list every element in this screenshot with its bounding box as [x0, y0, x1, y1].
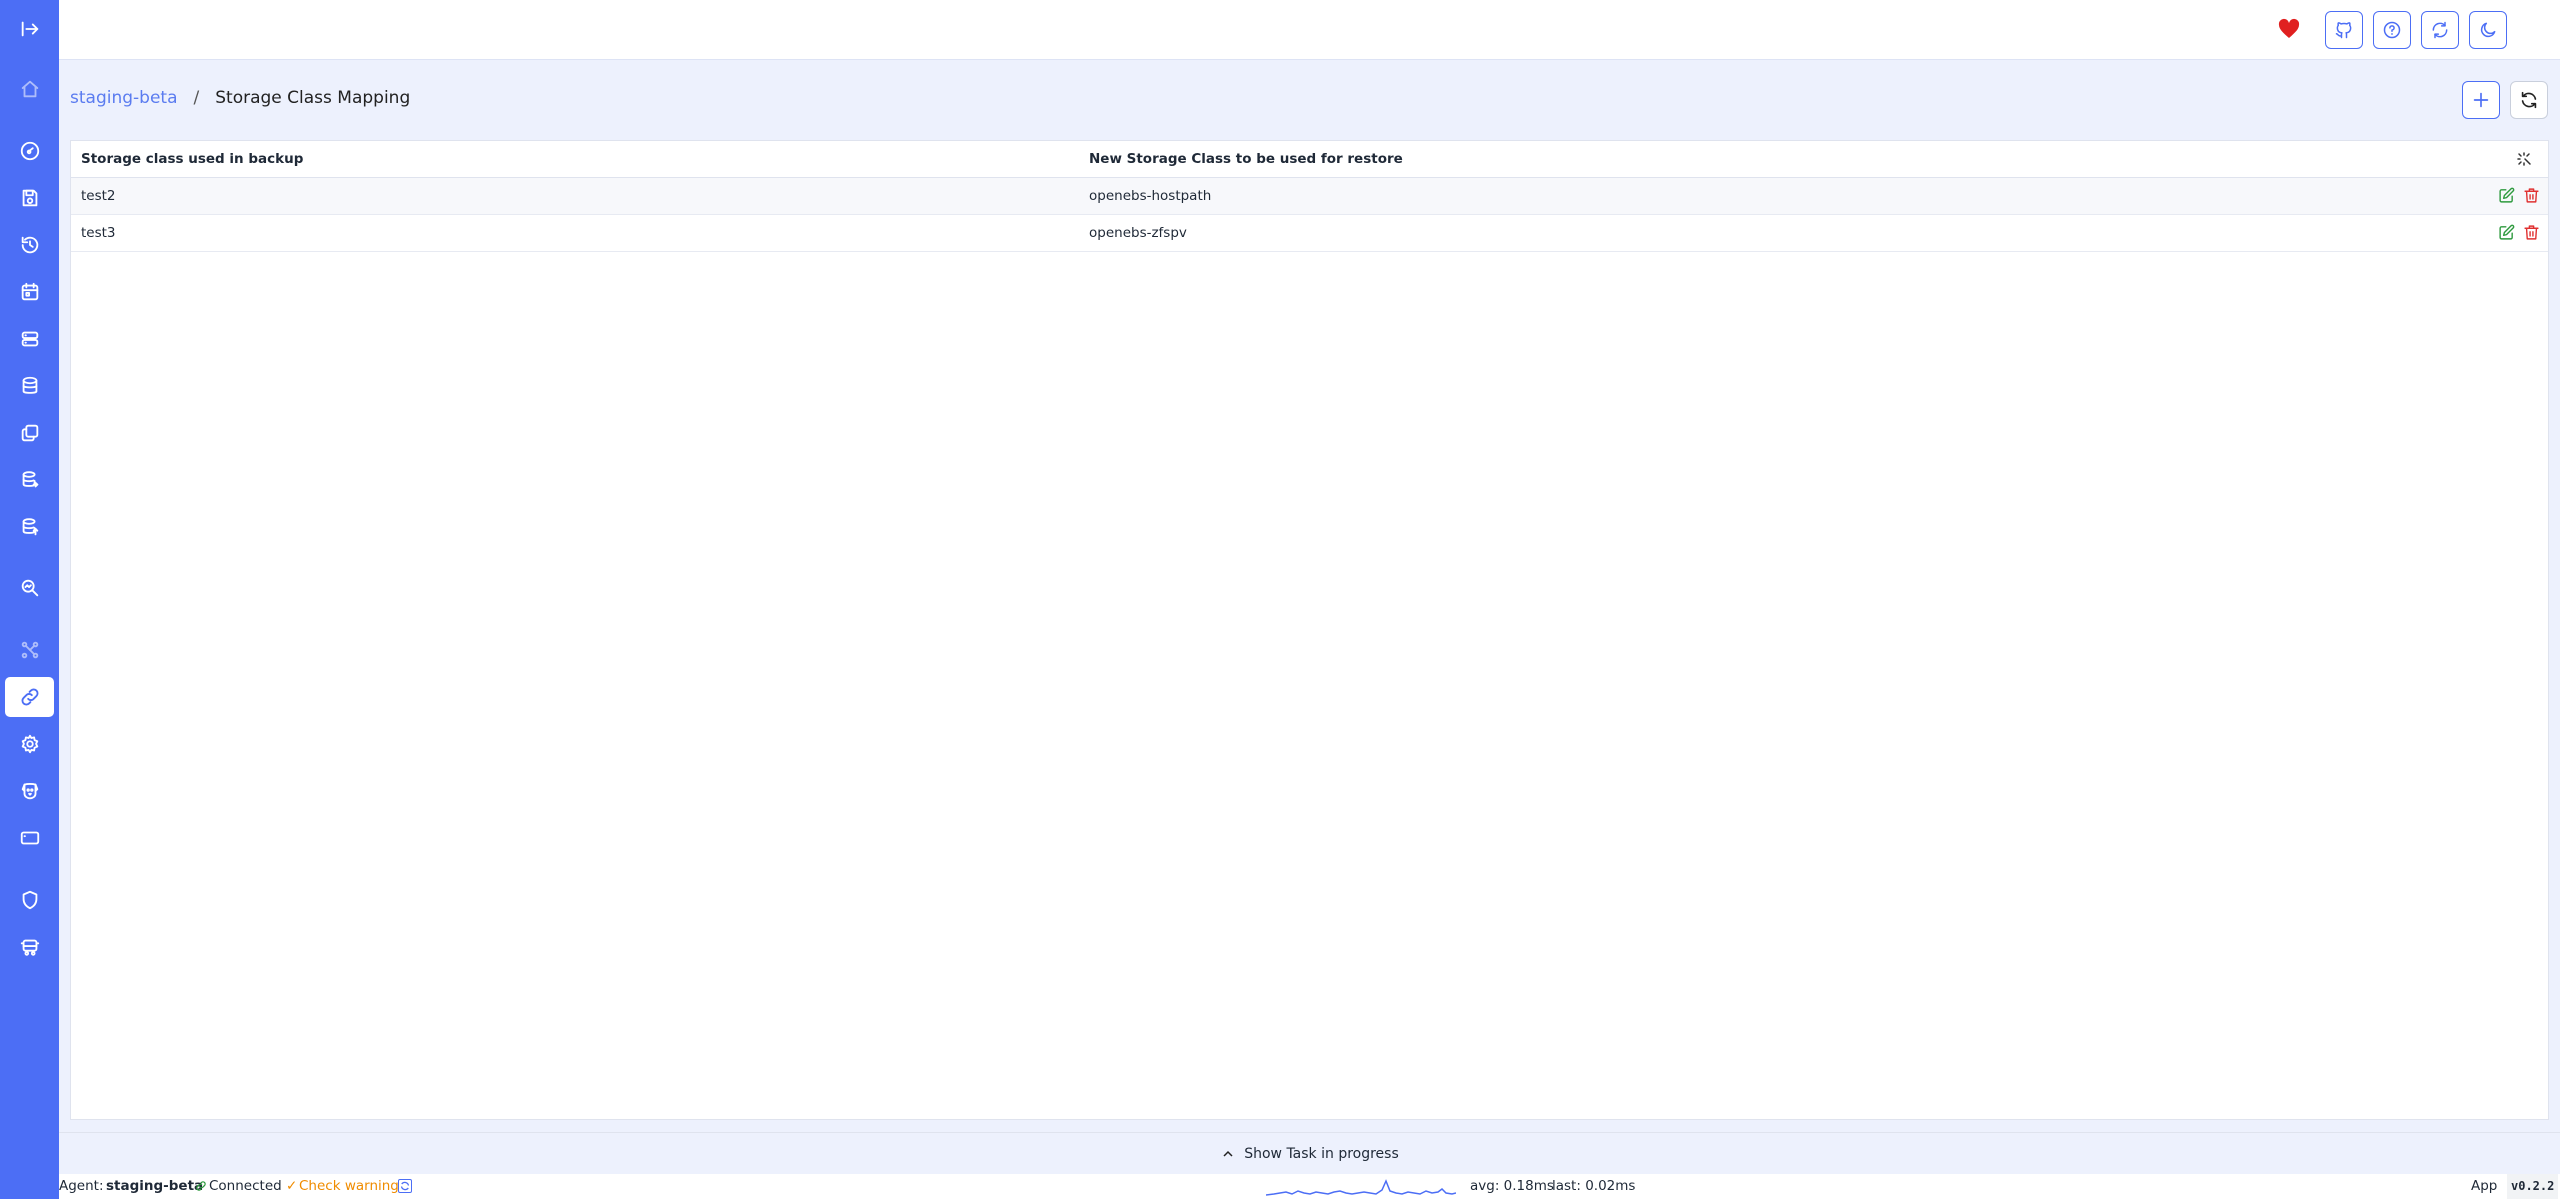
sidebar-item-pvc[interactable] [5, 507, 54, 547]
column-settings-icon [2517, 152, 2531, 166]
sidebar-item-restore[interactable] [5, 225, 54, 265]
sidebar-item-nodes[interactable] [5, 630, 54, 670]
backup-icon [22, 189, 37, 207]
plus-icon [2473, 92, 2489, 108]
refresh-icon [2432, 21, 2448, 39]
database-icon [22, 376, 37, 394]
dashboard-icon [20, 141, 39, 161]
table-row: test3 openebs-zfspv [71, 215, 2548, 252]
home-icon [21, 80, 38, 98]
add-mapping-button[interactable] [2462, 81, 2500, 119]
sidebar-item-security[interactable] [5, 880, 54, 920]
watchdog-icon [21, 782, 38, 800]
page-title: Storage Class Mapping [215, 88, 411, 108]
app-label: App [2471, 1178, 2498, 1194]
sidebar-item-home[interactable] [5, 69, 54, 109]
restore-class-cell: openebs-hostpath [1089, 188, 1212, 204]
column-header-restore-class: New Storage Class to be used for restore [1089, 151, 1403, 167]
sidebar-item-storage-location[interactable] [5, 319, 54, 359]
storage-location-icon [21, 331, 38, 347]
nodes-icon [21, 641, 38, 659]
schedule-icon [21, 282, 38, 301]
sidebar-item-snapshot[interactable] [5, 413, 54, 453]
status-bar: Agent: staging-beta Connected ✓ Check wa… [59, 1174, 2560, 1199]
latency-sparkline [1266, 1179, 1456, 1196]
chevron-up-icon [1223, 1150, 1233, 1157]
security-icon [22, 890, 37, 910]
delete-icon[interactable] [2523, 187, 2540, 204]
sidebar-item-watchdog[interactable] [5, 771, 54, 811]
sidebar-item-inspect[interactable] [5, 568, 54, 608]
dark-mode-toggle[interactable] [2469, 11, 2507, 49]
refresh-icon [2521, 91, 2537, 109]
help-button[interactable] [2373, 11, 2411, 49]
github-icon [2335, 22, 2352, 39]
sidebar-item-dashboard[interactable] [5, 131, 54, 171]
snapshot-icon [21, 424, 38, 442]
settings-icon [21, 734, 38, 754]
terminal-icon [20, 831, 39, 845]
column-header-backup-class: Storage class used in backup [81, 151, 304, 167]
delete-icon[interactable] [2523, 224, 2540, 241]
repository-icon [22, 471, 38, 488]
sidebar-item-terminal[interactable] [5, 818, 54, 858]
sidebar-item-backup[interactable] [5, 178, 54, 218]
show-tasks-toggle[interactable]: Show Task in progress [59, 1132, 2560, 1175]
sidebar-item-storage-class-mapping[interactable] [5, 677, 54, 717]
version-badge: v0.2.2 [2507, 1174, 2559, 1199]
link-icon [195, 1174, 207, 1199]
sidebar-item-database[interactable] [5, 366, 54, 406]
sidebar-item-schedule[interactable] [5, 272, 54, 312]
check-icon: ✓ [286, 1178, 298, 1194]
top-bar [59, 0, 2560, 60]
restore-icon [21, 236, 38, 254]
collapse-sidebar-button[interactable] [5, 9, 54, 49]
help-icon [2383, 21, 2401, 39]
dark-mode-icon [2480, 22, 2496, 38]
connection-status: Connected [209, 1178, 282, 1194]
breadcrumb-separator: / [193, 88, 200, 108]
edit-icon[interactable] [2498, 187, 2515, 204]
table-header: Storage class used in backup New Storage… [71, 141, 2548, 178]
main-content: staging-beta / Storage Class Mapping Sto… [59, 60, 2560, 1132]
breadcrumb-agent-link[interactable]: staging-beta [70, 88, 178, 108]
backup-class-cell: test2 [81, 188, 116, 204]
breadcrumb: staging-beta / Storage Class Mapping [70, 88, 410, 108]
sidebar-item-vehicle[interactable] [5, 927, 54, 967]
reload-button[interactable] [2421, 11, 2459, 49]
sidebar-item-settings[interactable] [5, 724, 54, 764]
latency-avg: avg: 0.18ms [1470, 1178, 1554, 1194]
backup-class-cell: test3 [81, 225, 116, 241]
sidebar [0, 0, 59, 1199]
sidebar-item-repository[interactable] [5, 460, 54, 500]
restore-class-cell: openebs-zfspv [1089, 225, 1187, 241]
inspect-icon [21, 579, 38, 597]
refresh-list-button[interactable] [2510, 81, 2548, 119]
column-settings-button[interactable] [2516, 151, 2532, 167]
storage-class-mapping-table: Storage class used in backup New Storage… [70, 140, 2549, 1120]
table-row: test2 openebs-hostpath [71, 178, 2548, 215]
reconnect-button[interactable] [398, 1179, 412, 1193]
sponsor-button[interactable] [2277, 17, 2301, 41]
check-warning[interactable]: Check warning [299, 1174, 399, 1199]
collapse-sidebar-icon [21, 21, 38, 37]
agent-label: Agent: [59, 1178, 104, 1194]
reconnect-icon [400, 1181, 410, 1191]
github-button[interactable] [2325, 11, 2363, 49]
vehicle-icon [20, 939, 39, 956]
show-tasks-label: Show Task in progress [1244, 1146, 1399, 1162]
agent-name: staging-beta [106, 1178, 204, 1194]
storage-class-mapping-icon [21, 688, 38, 706]
edit-icon[interactable] [2498, 224, 2515, 241]
heart-icon [2278, 18, 2300, 38]
pvc-icon [22, 518, 38, 536]
latency-last: last: 0.02ms [1552, 1178, 1636, 1194]
